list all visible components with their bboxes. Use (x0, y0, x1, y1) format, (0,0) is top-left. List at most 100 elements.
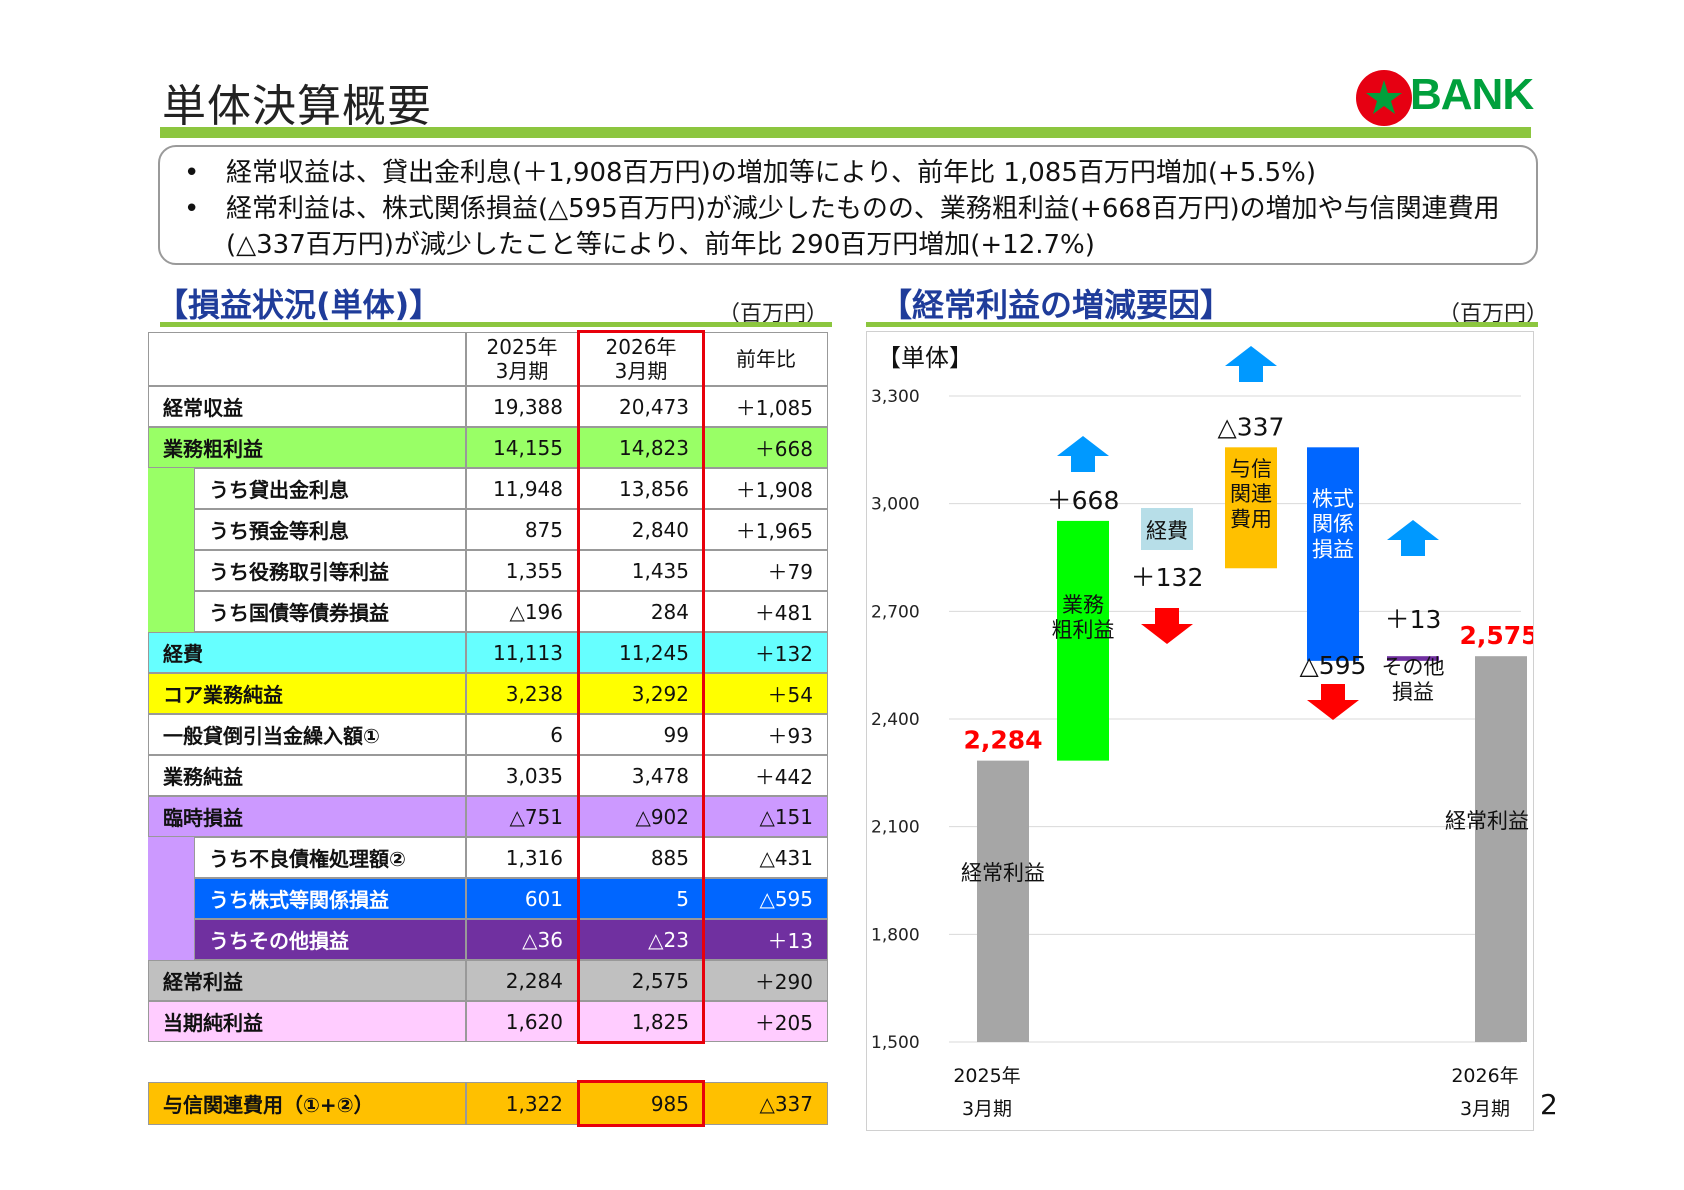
bar-value-label: 2,575 (1459, 621, 1533, 650)
value-2025: 3,238 (466, 673, 578, 714)
row-label: うち不良債権処理額② (194, 837, 466, 878)
x-tick-label-2026-year: 2026年 (1451, 1065, 1518, 1087)
down-arrow-icon (1307, 684, 1359, 720)
bar-label: 業務 (1062, 593, 1104, 617)
value-2025: 875 (466, 509, 578, 550)
chart-section-rule (866, 322, 1538, 327)
bar-value-label: ＋668 (1047, 486, 1120, 515)
row-label: うちその他損益 (194, 919, 466, 960)
value-2026: 20,473 (578, 386, 704, 427)
value-diff: ＋1,908 (704, 468, 828, 509)
row-label: 経費 (148, 632, 466, 673)
table-section-rule (160, 322, 832, 327)
value-diff: ＋1,965 (704, 509, 828, 550)
header-blank (148, 332, 466, 386)
value-2026: 3,478 (578, 755, 704, 796)
title-underline (160, 127, 1531, 138)
value-diff: ＋481 (704, 591, 828, 632)
bar-label: 経常利益 (961, 861, 1045, 885)
value-2025: 3,035 (466, 755, 578, 796)
y-tick-label: 2,400 (871, 710, 920, 730)
chart-section-title: 【経常利益の増減要因】 (880, 286, 1233, 324)
bar-label: その他 (1382, 655, 1445, 679)
row-label: 臨時損益 (148, 796, 466, 837)
y-tick-label: 2,700 (871, 602, 920, 622)
bar-start-profit (977, 760, 1029, 1042)
value-diff: ＋13 (704, 919, 828, 960)
value-2026: 5 (578, 878, 704, 919)
row-label: 当期純利益 (148, 1001, 466, 1042)
y-tick-label: 1,800 (871, 925, 920, 945)
logo-text: BANK (1410, 70, 1534, 119)
value-2026: 99 (578, 714, 704, 755)
value-2026: 2,840 (578, 509, 704, 550)
value-2026: 1,825 (578, 1001, 704, 1042)
value-2026: 3,292 (578, 673, 704, 714)
value-2026: 14,823 (578, 427, 704, 468)
value-2025: 14,155 (466, 427, 578, 468)
up-arrow-icon (1225, 346, 1277, 382)
value-2026: 13,856 (578, 468, 704, 509)
row-label: うち株式等関係損益 (194, 878, 466, 919)
value-diff: ＋132 (704, 632, 828, 673)
row-label: 一般貸倒引当金繰入額① (148, 714, 466, 755)
page-title: 単体決算概要 (162, 81, 432, 132)
row-label: 業務純益 (148, 755, 466, 796)
value-2025: 1,620 (466, 1001, 578, 1042)
value-2025: 6 (466, 714, 578, 755)
row-group-band (148, 509, 194, 550)
bar-label: 経費 (1146, 519, 1188, 543)
value-diff: △431 (704, 837, 828, 878)
income-statement-table: 2025年 3月期 2026年 3月期 前年比 経常収益 19,388 20,473 ＋1,… (148, 330, 828, 1127)
row-group-band (148, 550, 194, 591)
value-diff: ＋205 (704, 1001, 828, 1042)
value-2025: 19,388 (466, 386, 578, 427)
value-diff: ＋1,085 (704, 386, 828, 427)
y-tick-label: 3,300 (871, 387, 920, 407)
value-2025: 11,113 (466, 632, 578, 673)
y-tick-label: 3,000 (871, 495, 920, 515)
value-2026: △902 (578, 796, 704, 837)
header-2026: 2026年 3月期 (578, 332, 704, 386)
value-diff: ＋668 (704, 427, 828, 468)
bar-value-label: △337 (1218, 412, 1285, 441)
bar-value-label: ＋13 (1385, 605, 1442, 634)
chart-subtitle: 【単体】 (877, 344, 973, 372)
row-label: うち役務取引等利益 (194, 550, 466, 591)
value-2025: 1,355 (466, 550, 578, 591)
bar-label: 株式 (1312, 487, 1354, 511)
value-2026: 11,245 (578, 632, 704, 673)
row-label: コア業務純益 (148, 673, 466, 714)
value-2025: △751 (466, 796, 578, 837)
value-diff: △151 (704, 796, 828, 837)
row-group-band (148, 837, 194, 878)
bar-value-label: 2,284 (963, 726, 1042, 755)
value-2026: 1,435 (578, 550, 704, 591)
value-2025: 1,316 (466, 837, 578, 878)
down-arrow-icon (1141, 608, 1193, 644)
row-label: うち貸出金利息 (194, 468, 466, 509)
value-diff: ＋93 (704, 714, 828, 755)
value-2025: 11,948 (466, 468, 578, 509)
value-diff: ＋290 (704, 960, 828, 1001)
summary-line-2: • 経常利益は、株式関係損益(△595百万円)が減少したものの、業務粗利益(+6… (184, 191, 1516, 227)
bar-value-label: ＋132 (1131, 563, 1204, 592)
footer-value-2026: 985 (578, 1082, 704, 1125)
y-tick-label: 2,100 (871, 818, 920, 838)
bullet-icon: • (184, 194, 200, 224)
row-label: うち預金等利息 (194, 509, 466, 550)
summary-text-3: (△337百万円)が減少したこと等により、前年比 290百万円増加(+12.7%… (226, 230, 1095, 260)
up-arrow-icon (1387, 520, 1439, 556)
summary-line-3: (△337百万円)が減少したこと等により、前年比 290百万円増加(+12.7%… (184, 227, 1516, 263)
value-2025: △196 (466, 591, 578, 632)
value-2025: △36 (466, 919, 578, 960)
bar-label: 関連 (1230, 482, 1272, 506)
footer-value-diff: △337 (704, 1082, 828, 1125)
header-diff: 前年比 (704, 332, 828, 386)
footer-label: 与信関連費用（①+②） (148, 1082, 466, 1125)
x-tick-label-2025-period: 3月期 (962, 1098, 1012, 1120)
bar-label: 費用 (1230, 507, 1272, 531)
page-number: 2 (1540, 1088, 1558, 1121)
bar-label: 粗利益 (1052, 618, 1115, 642)
header-2025: 2025年 3月期 (466, 332, 578, 386)
